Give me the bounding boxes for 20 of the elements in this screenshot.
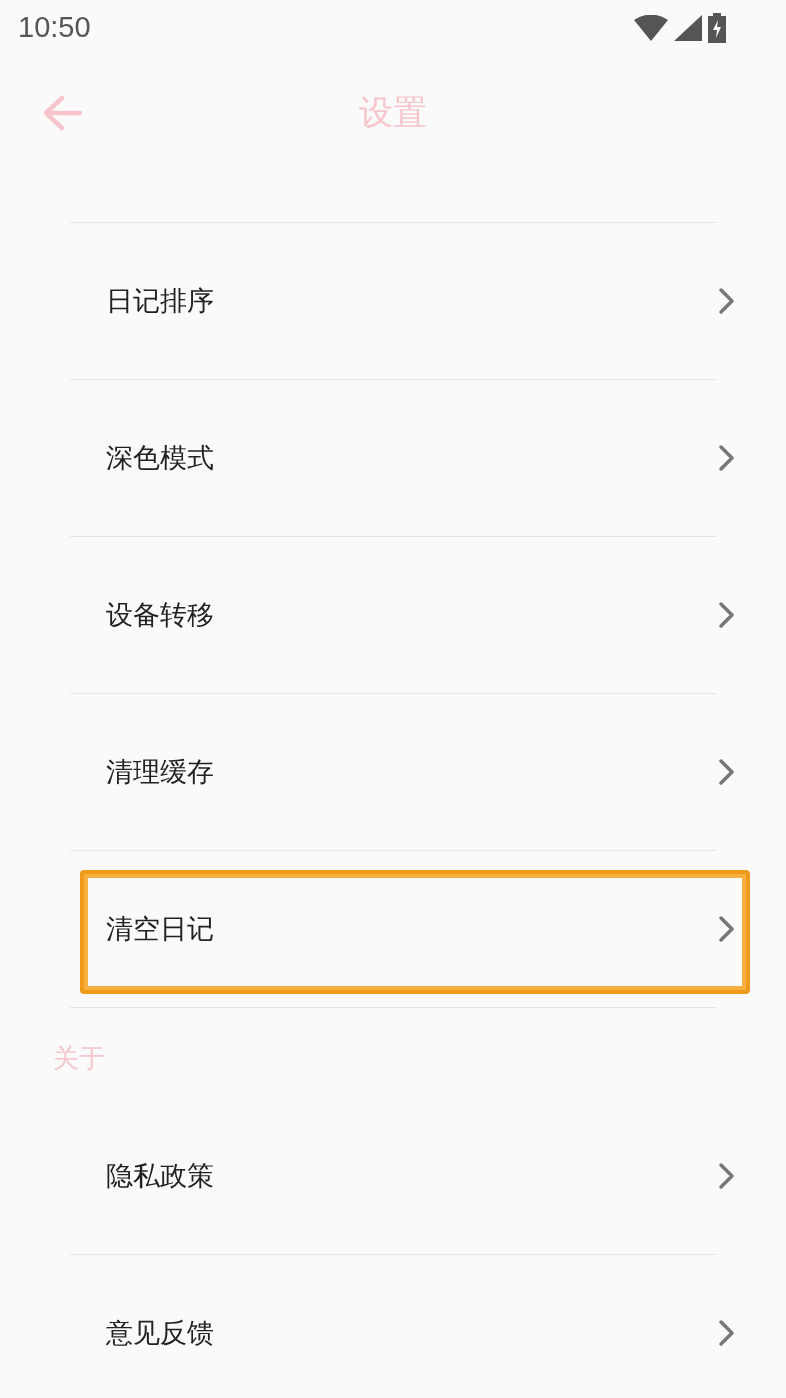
wifi-icon bbox=[634, 14, 668, 41]
settings-item[interactable]: 日记排序 bbox=[70, 283, 214, 319]
back-arrow-icon bbox=[42, 94, 82, 131]
chevron-right-icon bbox=[718, 1162, 736, 1190]
chevron-right-icon bbox=[718, 758, 736, 786]
chevron-right-icon bbox=[718, 1319, 736, 1347]
settings-item[interactable]: 深色模式 bbox=[70, 440, 214, 476]
settings-item[interactable]: 隐私政策 bbox=[70, 1158, 214, 1194]
settings-item[interactable]: 清理缓存 bbox=[70, 754, 214, 790]
chevron-right-icon bbox=[718, 444, 736, 472]
chevron-right-icon bbox=[718, 915, 736, 943]
battery-icon bbox=[708, 12, 726, 43]
back-button[interactable] bbox=[42, 94, 82, 131]
chevron-right-icon bbox=[718, 287, 736, 315]
settings-item[interactable]: 设备转移 bbox=[70, 597, 214, 633]
status-time: 10:50 bbox=[18, 11, 91, 44]
chevron-right-icon bbox=[718, 601, 736, 629]
settings-item[interactable]: 意见反馈 bbox=[70, 1315, 214, 1351]
settings-item[interactable]: 清空日记 bbox=[70, 911, 214, 947]
signal-icon bbox=[674, 14, 702, 41]
